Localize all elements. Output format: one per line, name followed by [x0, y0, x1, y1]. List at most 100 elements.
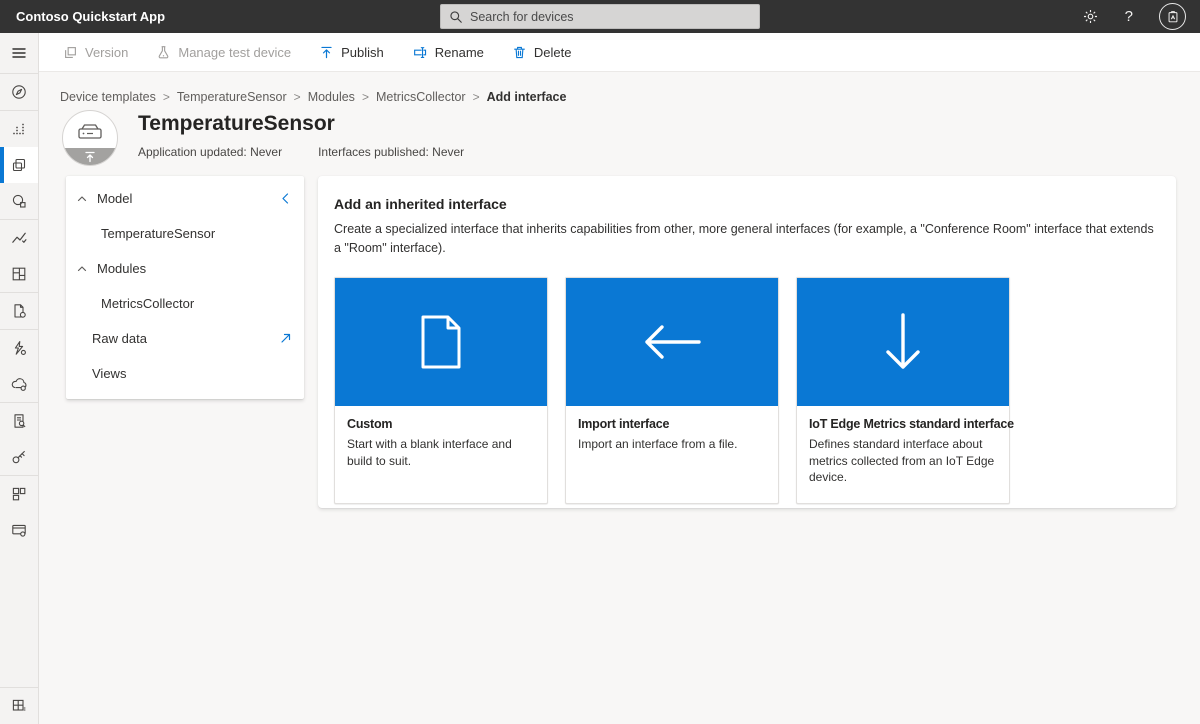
card-title: Custom — [347, 416, 393, 431]
card-import-interface[interactable]: Import interface Import an interface fro… — [565, 276, 779, 504]
menu-icon — [10, 44, 28, 62]
version-button[interactable]: Version — [63, 45, 128, 60]
search-icon — [449, 10, 463, 24]
get-started-compass-icon — [10, 83, 28, 101]
test-device-flask-icon — [156, 45, 171, 60]
nav-menu-toggle[interactable] — [0, 33, 38, 73]
devices-icon — [10, 120, 28, 138]
nav-item-application[interactable] — [0, 512, 38, 548]
nav-item-device-groups[interactable] — [0, 183, 38, 219]
nav-item-device-templates[interactable] — [0, 147, 38, 183]
interface-cards: Custom Start with a blank interface and … — [334, 276, 1160, 504]
breadcrumb-modules[interactable]: Modules — [308, 90, 355, 104]
nav-item-analytics[interactable] — [0, 220, 38, 256]
settings-gear-icon[interactable] — [1082, 8, 1099, 25]
card-custom-interface[interactable]: Custom Start with a blank interface and … — [334, 276, 548, 504]
arrow-left-icon — [641, 322, 703, 362]
tree-section-model[interactable]: Model — [66, 181, 304, 216]
nav-item-customization[interactable] — [0, 476, 38, 512]
card-body: IoT Edge Metrics standard interface Defi… — [797, 406, 1014, 497]
delete-label: Delete — [533, 44, 572, 60]
breadcrumb: Device templates > TemperatureSensor > M… — [60, 90, 566, 104]
collapse-panel-icon[interactable] — [279, 192, 292, 205]
nav-item-devices[interactable] — [0, 111, 38, 147]
iot-device-icon — [75, 120, 105, 142]
card-iot-edge-metrics-interface[interactable]: IoT Edge Metrics standard interface Defi… — [796, 276, 1014, 504]
card-title: Import interface — [578, 416, 670, 431]
account-avatar-icon[interactable] — [1159, 3, 1186, 30]
card-description: Defines standard interface about metrics… — [809, 436, 995, 485]
tree-label-raw-data: Raw data — [92, 331, 147, 346]
application-updated-status: Application updated: Never — [138, 145, 283, 159]
nav-item-rules[interactable] — [0, 330, 38, 366]
add-interface-panel: Add an inherited interface Create a spec… — [318, 176, 1176, 508]
card-description: Start with a blank interface and build t… — [347, 436, 512, 468]
nav-item-dashboards[interactable] — [0, 256, 38, 292]
manage-test-device-label: Manage test device — [178, 44, 292, 60]
rename-button[interactable]: Rename — [412, 45, 484, 60]
interfaces-published-status: Interfaces published: Never — [318, 145, 465, 159]
tree-label-model: Model — [97, 191, 133, 206]
nav-rail — [0, 33, 39, 724]
tree-label-views: Views — [92, 366, 127, 381]
publish-button[interactable]: Publish — [319, 45, 384, 60]
arrow-down-icon — [883, 311, 923, 373]
data-export-cloud-icon — [10, 375, 28, 393]
nav-item-permissions[interactable] — [0, 439, 38, 475]
publish-up-arrow-icon — [319, 45, 334, 60]
my-apps-grid-icon — [10, 697, 28, 715]
search-input[interactable] — [470, 9, 751, 24]
open-diagonal-arrow-icon[interactable] — [279, 332, 292, 345]
page-title: TemperatureSensor — [138, 112, 335, 135]
delete-button[interactable]: Delete — [512, 44, 572, 60]
card-description: Import an interface from a file. — [578, 436, 738, 451]
breadcrumb-separator: > — [361, 90, 369, 104]
tree-item-temperaturesensor[interactable]: TemperatureSensor — [66, 216, 304, 251]
chevron-up-icon[interactable] — [76, 263, 88, 275]
panel-title: Add an inherited interface — [334, 196, 507, 212]
tree-label-modules: Modules — [97, 261, 147, 276]
page-header-text: TemperatureSensor Application updated: N… — [138, 110, 464, 166]
device-groups-icon — [10, 192, 28, 210]
tree-item-views[interactable]: Views — [66, 356, 304, 391]
card-body: Custom Start with a blank interface and … — [335, 406, 547, 481]
breadcrumb-device-templates[interactable]: Device templates — [60, 90, 156, 104]
command-toolbar: Version Manage test device Publish Renam… — [39, 33, 1200, 72]
rename-icon — [412, 45, 428, 60]
publish-label: Publish — [341, 44, 384, 60]
breadcrumb-separator: > — [293, 90, 301, 104]
search-box[interactable] — [440, 4, 760, 29]
help-icon[interactable]: ? — [1125, 8, 1133, 25]
tree-label-temperaturesensor: TemperatureSensor — [101, 226, 216, 241]
breadcrumb-temperaturesensor[interactable]: TemperatureSensor — [177, 90, 287, 104]
nav-item-audit-logs[interactable] — [0, 403, 38, 439]
nav-item-jobs[interactable] — [0, 293, 38, 329]
nav-item-get-started[interactable] — [0, 74, 38, 110]
card-image — [566, 277, 778, 406]
delete-trash-icon — [512, 45, 527, 60]
tree-item-metricscollector[interactable]: MetricsCollector — [66, 286, 304, 321]
topbar: Contoso Quickstart App ? — [0, 0, 1200, 33]
breadcrumb-metricscollector[interactable]: MetricsCollector — [376, 90, 466, 104]
nav-item-my-apps[interactable] — [0, 688, 38, 724]
panel-description: Create a specialized interface that inhe… — [334, 222, 1154, 256]
tree-item-raw-data[interactable]: Raw data — [66, 321, 304, 356]
breadcrumb-separator: > — [472, 90, 480, 104]
topbar-actions: ? — [1082, 3, 1200, 30]
manage-test-device-button[interactable]: Manage test device — [156, 45, 291, 60]
card-image — [335, 277, 547, 406]
card-body: Import interface Import an interface fro… — [566, 406, 778, 464]
dashboards-icon — [10, 265, 28, 283]
app-title[interactable]: Contoso Quickstart App — [0, 9, 165, 24]
card-title: IoT Edge Metrics standard interface — [809, 416, 1014, 431]
breadcrumb-add-interface: Add interface — [486, 90, 567, 104]
template-avatar — [62, 110, 118, 166]
page-header: TemperatureSensor Application updated: N… — [62, 110, 464, 166]
customization-layout-icon — [10, 485, 28, 503]
tree-section-modules[interactable]: Modules — [66, 251, 304, 286]
chevron-up-icon[interactable] — [76, 193, 88, 205]
jobs-document-icon — [10, 302, 28, 320]
rename-label: Rename — [434, 44, 484, 60]
nav-item-data-export[interactable] — [0, 366, 38, 402]
